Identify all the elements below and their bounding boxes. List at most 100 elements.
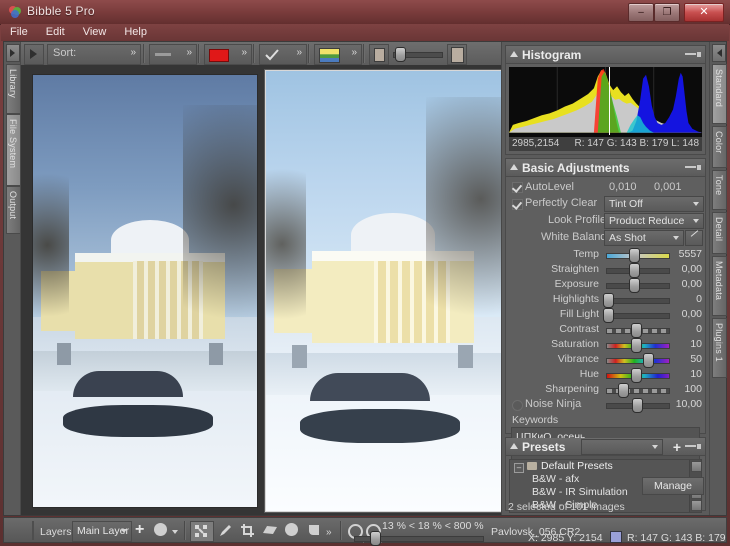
triangle-left-icon[interactable] [712, 44, 726, 62]
slider-knob[interactable] [603, 293, 614, 308]
slider-value[interactable]: 50 [662, 353, 702, 365]
sidebar-item-plugins[interactable]: Plugins 1 [712, 318, 727, 378]
collapse-icon[interactable]: – [514, 463, 524, 473]
thumb-size-slider-knob[interactable] [395, 47, 406, 62]
chevron-down-icon[interactable] [510, 51, 518, 57]
slider-knob[interactable] [603, 308, 614, 323]
slider-value[interactable]: 0,00 [662, 308, 702, 320]
noise-ninja-checkbox[interactable] [512, 400, 523, 411]
zoom-slider-knob[interactable] [370, 531, 381, 546]
chevron-icon[interactable]: » [296, 47, 302, 58]
view-mode-control[interactable]: » [314, 44, 362, 65]
image-preview-right[interactable] [265, 70, 510, 512]
preset-folder-row[interactable]: – Default Presets [510, 460, 701, 473]
noise-ninja-slider-knob[interactable] [632, 398, 643, 413]
menu-item-edit[interactable]: Edit [37, 24, 74, 38]
sidebar-item-standard[interactable]: Standard [712, 64, 727, 124]
scroll-down-button[interactable] [691, 500, 701, 511]
chevron-icon[interactable]: » [326, 527, 332, 538]
chevron-down-icon[interactable] [510, 443, 518, 449]
menu-item-view[interactable]: View [74, 24, 116, 38]
histogram-panel-header[interactable]: Histogram [506, 46, 705, 64]
presets-header[interactable]: Presets + [506, 438, 705, 456]
preset-folder-label: Default Presets [541, 460, 613, 472]
sort-control[interactable]: Sort: » [47, 44, 141, 65]
slider-knob[interactable] [631, 338, 642, 353]
slider-knob[interactable] [618, 383, 629, 398]
layer-dropdown[interactable]: Main Layer [72, 521, 132, 542]
chevron-down-icon[interactable] [510, 164, 518, 170]
white-balance-dropdown[interactable]: As Shot [604, 230, 684, 246]
slider-knob[interactable] [643, 353, 654, 368]
chevron-icon[interactable]: » [241, 47, 247, 58]
pin-icon[interactable] [685, 52, 701, 57]
autolevel-value-1[interactable]: 0,010 [609, 181, 637, 193]
sidebar-item-color[interactable]: Color [712, 126, 727, 168]
plus-icon[interactable]: + [135, 522, 144, 538]
sidebar-item-output[interactable]: Output [6, 186, 21, 234]
thumb-large-icon[interactable] [447, 44, 467, 65]
look-profile-dropdown[interactable]: Product Reduce [604, 213, 704, 229]
pin-icon[interactable] [685, 165, 701, 170]
autolevel-checkbox[interactable] [512, 182, 523, 193]
plus-icon[interactable]: + [673, 440, 681, 454]
layer-color-icon[interactable] [154, 523, 167, 536]
menu-item-help[interactable]: Help [115, 24, 156, 38]
presets-dropdown[interactable] [581, 439, 663, 455]
flag-filter-control[interactable]: » [259, 44, 307, 65]
chevron-icon[interactable]: » [186, 47, 192, 58]
slider-knob[interactable] [629, 278, 640, 293]
slider-value[interactable]: 0 [662, 293, 702, 305]
slider-value[interactable]: 10 [662, 338, 702, 350]
chevron-icon[interactable]: » [130, 47, 136, 58]
pin-icon[interactable] [685, 444, 701, 449]
color-label-filter-control[interactable]: » [204, 44, 252, 65]
gradient-icon[interactable] [307, 523, 322, 538]
tint-dropdown[interactable]: Tint Off [604, 196, 704, 212]
slider-value[interactable]: 5557 [662, 248, 702, 260]
eyedropper-icon[interactable] [685, 230, 703, 246]
basic-adjustments-header[interactable]: Basic Adjustments [506, 159, 705, 177]
rating-filter-control[interactable]: » [149, 44, 197, 65]
slider-track[interactable] [606, 313, 670, 319]
manage-button[interactable]: Manage [642, 477, 704, 495]
minimize-button[interactable]: – [628, 3, 654, 22]
close-button[interactable]: ✕ [684, 3, 724, 22]
slider-track[interactable] [606, 388, 670, 394]
sidebar-item-metadata[interactable]: Metadata [712, 256, 727, 316]
histogram-plot[interactable]: 2985,2154 R: 147 G: 143 B: 179 L: 148 [509, 67, 702, 151]
slider-knob[interactable] [631, 368, 642, 383]
chevron-icon[interactable]: » [351, 47, 357, 58]
sidebar-item-detail[interactable]: Detail [712, 212, 727, 254]
filmstrip-toggle-button[interactable] [24, 44, 44, 65]
slider-track[interactable] [606, 358, 670, 364]
slider-track[interactable] [606, 298, 670, 304]
menu-item-file[interactable]: File [1, 24, 37, 38]
perspective-icon[interactable] [262, 523, 277, 538]
chevron-down-icon[interactable] [172, 530, 178, 534]
slider-value[interactable]: 100 [662, 383, 702, 395]
autolevel-value-2[interactable]: 0,001 [654, 181, 682, 193]
slider-knob[interactable] [629, 248, 640, 263]
sidebar-item-file-system[interactable]: File System [6, 114, 21, 186]
slider-knob[interactable] [629, 263, 640, 278]
sidebar-item-library[interactable]: Library [6, 64, 21, 114]
slider-value[interactable]: 0,00 [662, 278, 702, 290]
slider-value[interactable]: 10 [662, 368, 702, 380]
triangle-right-icon[interactable] [6, 44, 20, 62]
maximize-button[interactable]: ❐ [654, 3, 680, 22]
image-viewer[interactable] [21, 65, 521, 515]
slider-value[interactable]: 0,00 [662, 263, 702, 275]
image-preview-left[interactable] [32, 74, 258, 508]
fit-icon[interactable] [190, 521, 214, 542]
pencil-icon[interactable] [218, 523, 233, 538]
crop-icon[interactable] [240, 523, 255, 538]
slider-value[interactable]: 0 [662, 323, 702, 335]
scroll-up-button[interactable] [691, 461, 701, 472]
circle-icon[interactable] [285, 523, 298, 536]
noise-ninja-value[interactable]: 10,00 [662, 398, 702, 410]
sidebar-item-tone[interactable]: Tone [712, 170, 727, 210]
thumb-small-icon[interactable] [369, 44, 389, 65]
perfectly-clear-checkbox[interactable] [512, 199, 523, 210]
slider-knob[interactable] [631, 323, 642, 338]
